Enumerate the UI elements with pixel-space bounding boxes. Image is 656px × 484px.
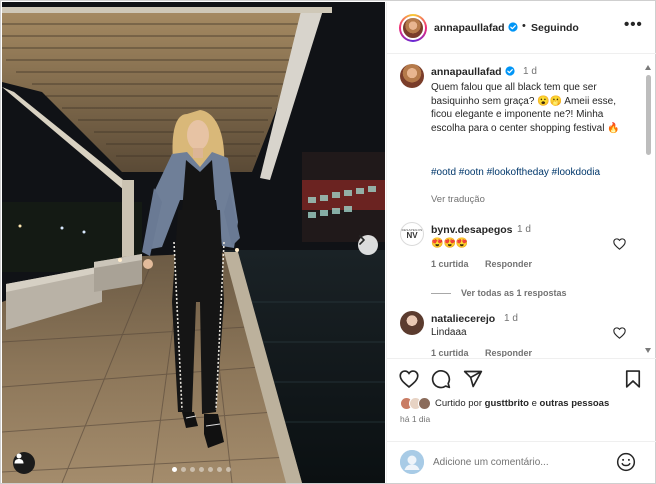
post-actions: Curtido por gusttbrito e outras pessoas … <box>387 358 656 430</box>
caption-author-avatar[interactable] <box>400 64 424 88</box>
more-options-button[interactable]: ••• <box>624 16 643 33</box>
comments-list[interactable]: annapaullafad 1 d Quem falou que all bla… <box>387 55 656 357</box>
comment-likes-count[interactable]: 1 curtida <box>431 348 469 357</box>
carousel-dot <box>199 467 204 472</box>
post-timestamp[interactable]: há 1 dia <box>400 414 430 424</box>
replies-divider <box>431 292 451 294</box>
comment-author[interactable]: bynv.desapegos <box>431 224 513 236</box>
comments-scrollbar[interactable] <box>645 59 654 355</box>
heart-icon[interactable] <box>399 369 419 389</box>
post-photo[interactable] <box>2 2 385 483</box>
author-username-row[interactable]: annapaullafad <box>434 22 518 34</box>
bookmark-icon[interactable] <box>623 369 643 389</box>
scrollbar-thumb[interactable] <box>646 75 651 155</box>
comment-author[interactable]: nataliecerejo <box>431 313 495 325</box>
add-comment-bar <box>387 441 656 483</box>
carousel-dot <box>190 467 195 472</box>
caption-time[interactable]: 1 d <box>523 66 537 77</box>
carousel-next-button[interactable] <box>358 235 378 255</box>
see-translation-link[interactable]: Ver tradução <box>431 194 485 205</box>
smiley-icon[interactable] <box>616 452 636 472</box>
comment-avatar[interactable]: DESAPEGOS NV <box>400 222 424 246</box>
author-username[interactable]: annapaullafad <box>434 22 505 34</box>
likes-others-link[interactable]: outras pessoas <box>540 398 610 409</box>
avatar-initials: NV <box>406 231 418 240</box>
verified-badge-icon <box>505 66 515 76</box>
post-header: annapaullafad • Seguindo ••• <box>387 2 656 54</box>
instagram-post-dialog: annapaullafad • Seguindo ••• annapaullaf… <box>0 0 656 484</box>
comment-icon[interactable] <box>431 369 451 389</box>
carousel-dot <box>172 467 177 472</box>
likes-summary: Curtido por gusttbrito e outras pessoas <box>400 397 609 410</box>
scroll-up-arrow-icon[interactable] <box>645 65 651 70</box>
photo-scene <box>2 2 385 483</box>
verified-badge-icon <box>508 22 518 32</box>
comment-avatar[interactable] <box>400 311 424 335</box>
heart-icon[interactable] <box>613 327 626 339</box>
caption-author-row[interactable]: annapaullafad <box>431 66 515 78</box>
likes-conjunction: e <box>531 398 537 409</box>
default-avatar-icon <box>400 450 424 474</box>
current-user-avatar <box>400 450 424 474</box>
carousel-dot <box>217 467 222 472</box>
comment-likes-count[interactable]: 1 curtida <box>431 259 469 269</box>
reply-button[interactable]: Responder <box>485 259 532 269</box>
comment-time[interactable]: 1 d <box>517 224 531 235</box>
author-avatar[interactable] <box>399 14 427 42</box>
header-separator: • <box>522 20 526 32</box>
post-side-panel: annapaullafad • Seguindo ••• annapaullaf… <box>386 2 656 483</box>
carousel-dot <box>226 467 231 472</box>
comment-meta: 1 curtida Responder <box>431 259 546 269</box>
comment-text: Lindaaa <box>431 327 467 338</box>
caption-hashtags[interactable]: #ootd #ootn #lookoftheday #lookdodia <box>431 166 631 180</box>
heart-icon[interactable] <box>613 238 626 250</box>
comment-input[interactable] <box>433 454 608 470</box>
carousel-dot <box>181 467 186 472</box>
likes-prefix: Curtido por <box>435 398 482 409</box>
liker-username[interactable]: gusttbrito <box>485 398 529 409</box>
caption-text: Quem falou que all black tem que ser bas… <box>431 82 620 134</box>
carousel-indicators <box>172 467 231 472</box>
carousel-dot <box>208 467 213 472</box>
comment-meta: 1 curtida Responder <box>431 348 546 357</box>
comment-text: 😍😍😍 <box>431 238 469 249</box>
user-tag-icon <box>14 453 24 464</box>
likes-text: Curtido por gusttbrito e outras pessoas <box>435 398 609 409</box>
view-replies-button[interactable]: Ver todas as 1 respostas <box>431 288 567 298</box>
paper-plane-icon[interactable] <box>463 369 483 389</box>
view-replies-label: Ver todas as 1 respostas <box>461 288 567 298</box>
caption-author[interactable]: annapaullafad <box>431 66 502 78</box>
follow-status-button[interactable]: Seguindo <box>531 22 579 34</box>
tagged-users-button[interactable] <box>13 452 35 474</box>
chevron-right-icon <box>359 235 365 245</box>
comment-time[interactable]: 1 d <box>504 313 518 324</box>
reply-button[interactable]: Responder <box>485 348 532 357</box>
scroll-down-arrow-icon[interactable] <box>645 348 651 353</box>
liker-avatar[interactable] <box>418 397 431 410</box>
